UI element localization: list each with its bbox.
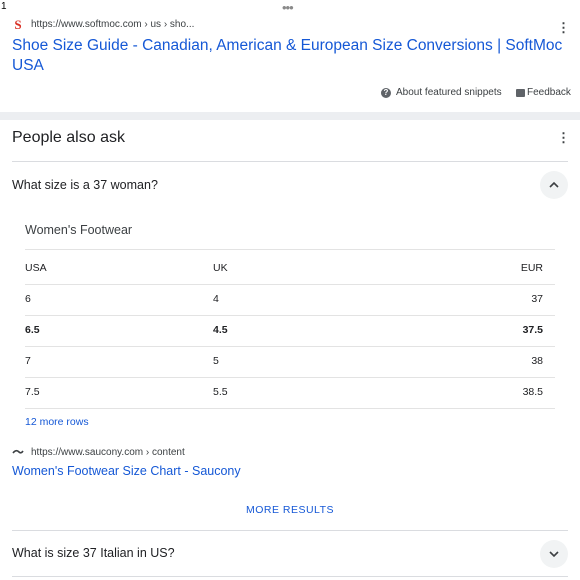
table-cell: 38: [531, 355, 543, 367]
paa-more-options-icon[interactable]: ⋮: [557, 131, 570, 144]
chevron-up-icon[interactable]: [540, 171, 568, 199]
answer-source-url[interactable]: https://www.saucony.com › content: [31, 447, 185, 458]
table-cell: 7: [25, 355, 31, 367]
table-cell-highlighted: 4.5: [213, 324, 228, 336]
saucony-favicon-icon: [12, 449, 24, 454]
table-cell: 4: [213, 293, 219, 305]
people-also-ask-heading: People also ask: [12, 129, 125, 146]
feedback-icon: [516, 88, 525, 97]
answer-source-title[interactable]: Women's Footwear Size Chart - Saucony: [12, 464, 241, 478]
snippet-result-title[interactable]: Shoe Size Guide - Canadian, American & E…: [12, 36, 572, 75]
feedback-label: Feedback: [527, 87, 571, 98]
table-rule: [25, 377, 555, 378]
table-rule: [25, 284, 555, 285]
drag-handle-icon[interactable]: •••: [282, 1, 294, 14]
table-cell: 38.5: [522, 386, 543, 398]
table-cell: 7.5: [25, 386, 40, 398]
about-featured-snippets-label: About featured snippets: [396, 87, 502, 98]
snippet-more-options-icon[interactable]: ⋮: [557, 21, 570, 34]
chevron-down-icon[interactable]: [540, 540, 568, 568]
answer-table-title: Women's Footwear: [25, 223, 133, 237]
paa-question-2[interactable]: What is size 37 Italian in US?: [12, 546, 175, 560]
more-rows-link[interactable]: 12 more rows: [25, 416, 89, 428]
table-rule: [25, 346, 555, 347]
column-header-usa: USA: [25, 262, 47, 274]
table-rule: [25, 249, 555, 250]
feedback-link[interactable]: Feedback: [516, 87, 571, 98]
divider: [12, 161, 568, 162]
table-cell: 37: [531, 293, 543, 305]
more-results-button[interactable]: MORE RESULTS: [0, 504, 580, 516]
table-cell-highlighted: 37.5: [522, 324, 543, 336]
table-cell: 5.5: [213, 386, 228, 398]
paa-question-1[interactable]: What size is a 37 woman?: [12, 178, 158, 192]
page-number: 1: [1, 1, 7, 12]
table-cell: 5: [213, 355, 219, 367]
snippet-source-url[interactable]: https://www.softmoc.com › us › sho...: [31, 19, 194, 30]
table-cell-highlighted: 6.5: [25, 324, 40, 336]
table-rule: [25, 315, 555, 316]
table-cell: 6: [25, 293, 31, 305]
divider: [12, 576, 568, 577]
column-header-eur: EUR: [520, 262, 543, 274]
section-separator: [0, 112, 580, 120]
featured-snippet: S https://www.softmoc.com › us › sho... …: [0, 12, 580, 112]
softmoc-favicon-icon: S: [14, 17, 22, 32]
divider: [12, 530, 568, 531]
column-header-uk: UK: [213, 262, 228, 274]
table-rule: [25, 408, 555, 409]
help-icon: ?: [381, 87, 391, 98]
about-featured-snippets-link[interactable]: ? About featured snippets: [381, 87, 502, 98]
